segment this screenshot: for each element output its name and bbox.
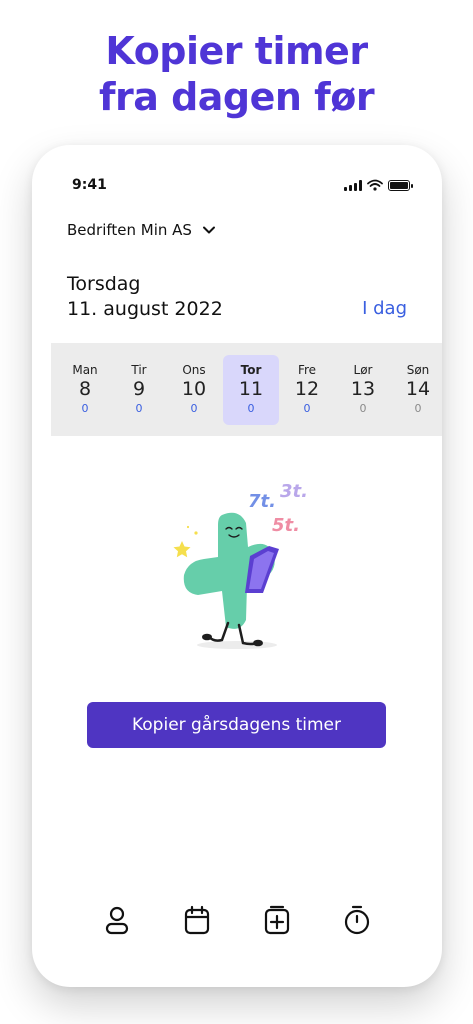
headline-line-2: fra dagen før	[98, 75, 375, 119]
phone-screen: 9:41 Bedriften Min AS Torsdag 11. august…	[32, 145, 442, 987]
day-number: 13	[350, 378, 376, 400]
tab-profile[interactable]	[97, 900, 137, 940]
company-name: Bedriften Min AS	[67, 221, 192, 239]
chevron-down-icon	[202, 226, 215, 234]
selected-date: 11. august 2022	[67, 298, 223, 320]
day-hours: 0	[135, 402, 143, 415]
status-time: 9:41	[72, 177, 107, 193]
wifi-icon	[367, 179, 383, 191]
tab-add-hours[interactable]	[257, 900, 297, 940]
day-hours: 0	[414, 402, 422, 415]
today-link[interactable]: I dag	[362, 298, 407, 319]
hours-label-3t: 3t.	[280, 481, 308, 502]
day-name: Man	[72, 363, 98, 377]
headline-line-1: Kopier timer	[105, 29, 368, 73]
day-name: Ons	[182, 363, 206, 377]
day-hours: 0	[303, 402, 311, 415]
day-number: 14	[405, 378, 431, 400]
day-tir[interactable]: Tir 9 0	[111, 355, 167, 425]
week-strip[interactable]: Man 8 0 Tir 9 0 Ons 10 0 Tor 11 0 Fre 12…	[51, 343, 442, 436]
profile-icon	[105, 906, 129, 935]
day-hours: 0	[247, 402, 255, 415]
day-name: Fre	[297, 363, 317, 377]
day-name: Lør	[353, 363, 373, 377]
day-number: 11	[238, 378, 264, 400]
day-tor[interactable]: Tor 11 0	[223, 355, 279, 425]
headline: Kopier timer fra dagen før	[0, 28, 473, 120]
company-selector[interactable]: Bedriften Min AS	[67, 221, 216, 239]
day-number: 10	[181, 378, 207, 400]
day-son[interactable]: Søn 14 0	[390, 355, 442, 425]
day-hours: 0	[190, 402, 198, 415]
selected-weekday: Torsdag	[67, 273, 141, 295]
hours-label-5t: 5t.	[272, 515, 300, 536]
day-fre[interactable]: Fre 12 0	[279, 355, 335, 425]
day-number: 12	[294, 378, 320, 400]
day-hours: 0	[359, 402, 367, 415]
day-name: Tor	[240, 363, 262, 377]
signal-icon	[344, 179, 362, 191]
day-number: 8	[78, 378, 92, 400]
calendar-icon	[184, 905, 210, 935]
day-lor[interactable]: Lør 13 0	[335, 355, 391, 425]
day-name: Tir	[131, 363, 147, 377]
tab-calendar[interactable]	[177, 900, 217, 940]
day-number: 9	[132, 378, 146, 400]
day-name: Søn	[406, 363, 430, 377]
status-icons	[344, 179, 413, 191]
day-hours: 0	[81, 402, 89, 415]
day-man[interactable]: Man 8 0	[57, 355, 113, 425]
tab-bar	[32, 900, 442, 940]
hours-label-7t: 7t.	[248, 491, 276, 512]
status-bar: 9:41	[32, 173, 442, 197]
add-hours-icon	[264, 905, 290, 935]
day-ons[interactable]: Ons 10 0	[166, 355, 222, 425]
mascot-illustration: 7t. 3t. 5t.	[173, 481, 308, 649]
stopwatch-icon	[344, 905, 370, 935]
tab-stopwatch[interactable]	[337, 900, 377, 940]
battery-icon	[388, 179, 413, 191]
copy-yesterday-hours-button[interactable]: Kopier gårsdagens timer	[87, 702, 386, 748]
